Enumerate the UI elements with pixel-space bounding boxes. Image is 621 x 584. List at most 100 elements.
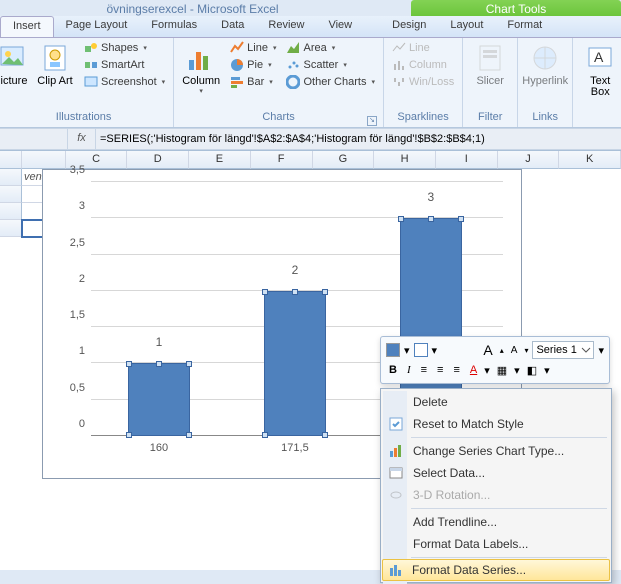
- charts-launcher[interactable]: ↘: [367, 116, 377, 126]
- tab-page-layout[interactable]: Page Layout: [54, 16, 140, 37]
- sparkline-column-button: Column: [390, 57, 456, 73]
- align-button[interactable]: ≡: [450, 364, 462, 376]
- ctx-delete[interactable]: Delete: [383, 391, 609, 413]
- scatter-chart-button[interactable]: Scatter▾: [284, 57, 376, 73]
- row-header[interactable]: [0, 203, 22, 220]
- chart-bar[interactable]: [264, 291, 326, 436]
- tab-format[interactable]: Format: [495, 16, 554, 37]
- col-header[interactable]: K: [559, 151, 621, 169]
- tab-insert[interactable]: Insert: [0, 16, 54, 37]
- sparkline-winloss-button: Win/Loss: [390, 74, 456, 90]
- pie-chart-icon: [230, 58, 244, 72]
- row-header[interactable]: [0, 220, 22, 237]
- font-color-button[interactable]: A: [467, 364, 480, 376]
- hyperlink-button: Hyperlink: [524, 40, 566, 111]
- formula-bar: fx: [0, 128, 621, 150]
- area-chart-button[interactable]: Area▾: [284, 40, 376, 56]
- group-filter: Filter: [469, 111, 511, 127]
- row-header[interactable]: [0, 169, 22, 186]
- app-title: övningserexcel - Microsoft Excel: [0, 0, 385, 16]
- outline-color-swatch[interactable]: [414, 343, 428, 357]
- ctx-change-chart-type[interactable]: Change Series Chart Type...: [383, 440, 609, 462]
- ctx-select-data[interactable]: Select Data...: [383, 462, 609, 484]
- slicer-icon: [474, 42, 506, 74]
- col-header[interactable]: E: [189, 151, 251, 169]
- sparkline-line-icon: [392, 41, 406, 55]
- picture-icon: [0, 42, 30, 74]
- contextual-tab-chart-tools: Chart Tools: [411, 0, 621, 16]
- smartart-button[interactable]: SmartArt: [82, 57, 167, 73]
- slicer-button: Slicer: [469, 40, 511, 111]
- smartart-icon: [84, 58, 98, 72]
- y-tick: 0: [79, 418, 85, 430]
- shrink-font-button[interactable]: A: [508, 345, 521, 356]
- screenshot-button[interactable]: Screenshot▾: [82, 74, 167, 90]
- select-data-icon: [388, 465, 404, 481]
- select-all[interactable]: [0, 151, 22, 169]
- tab-formulas[interactable]: Formulas: [139, 16, 209, 37]
- reset-icon: [388, 416, 404, 432]
- col-header[interactable]: J: [498, 151, 560, 169]
- svg-text:A: A: [594, 49, 604, 65]
- formula-input[interactable]: [96, 131, 621, 147]
- align-button[interactable]: ≡: [418, 364, 430, 376]
- col-header[interactable]: H: [374, 151, 436, 169]
- col-header[interactable]: G: [313, 151, 375, 169]
- tab-design[interactable]: Design: [380, 16, 438, 37]
- shapes-button[interactable]: Shapes▾: [82, 40, 167, 56]
- x-tick: 171,5: [281, 442, 309, 454]
- context-menu: Delete Reset to Match Style Change Serie…: [380, 388, 612, 583]
- ctx-format-data-labels[interactable]: Format Data Labels...: [383, 533, 609, 555]
- x-tick: 160: [150, 442, 168, 454]
- series-name-selector[interactable]: [532, 341, 594, 359]
- textbox-icon: A: [584, 42, 616, 74]
- format-series-icon: [388, 562, 404, 578]
- sparkline-winloss-icon: [392, 75, 406, 89]
- mini-toolbar[interactable]: ▾ ▾ A▴ A▾ ▾ B I ≡ ≡ ≡ A▾ ▦▾ ◧▾: [380, 336, 610, 384]
- tab-layout[interactable]: Layout: [438, 16, 495, 37]
- picture-button[interactable]: icture: [0, 40, 28, 111]
- ribbon: icture Clip Art Shapes▾ SmartArt Screens…: [0, 38, 621, 128]
- fx-button[interactable]: fx: [68, 129, 96, 149]
- group-illustrations: Illustrations: [0, 111, 167, 127]
- bar-chart-icon: [230, 75, 244, 89]
- italic-button[interactable]: I: [404, 364, 414, 376]
- name-box[interactable]: [0, 129, 68, 149]
- borders-button[interactable]: ▦: [494, 364, 510, 377]
- sparkline-line-button: Line: [390, 40, 456, 56]
- grow-font-button[interactable]: A: [480, 342, 495, 358]
- col-header[interactable]: [22, 151, 66, 169]
- ctx-3d-rotation: 3-D Rotation...: [383, 484, 609, 506]
- chart-type-icon: [388, 443, 404, 459]
- fill-color-swatch[interactable]: [386, 343, 400, 357]
- screenshot-icon: [84, 75, 98, 89]
- group-sparklines: Sparklines: [390, 111, 456, 127]
- line-chart-button[interactable]: Line▾: [228, 40, 278, 56]
- col-header[interactable]: F: [251, 151, 313, 169]
- rotation-icon: [388, 487, 404, 503]
- ribbon-tabs: Insert Page Layout Formulas Data Review …: [0, 16, 621, 38]
- col-header[interactable]: D: [127, 151, 189, 169]
- col-header[interactable]: I: [436, 151, 498, 169]
- ctx-format-data-series[interactable]: Format Data Series...: [382, 559, 610, 581]
- textbox-button[interactable]: A Text Box: [579, 40, 621, 111]
- ctx-reset-match-style[interactable]: Reset to Match Style: [383, 413, 609, 435]
- bar-chart-button[interactable]: Bar▾: [228, 74, 278, 90]
- chart-bar[interactable]: [128, 363, 190, 436]
- pie-chart-button[interactable]: Pie▾: [228, 57, 278, 73]
- style-button[interactable]: ◧: [524, 364, 540, 377]
- tab-view[interactable]: View: [316, 16, 364, 37]
- other-charts-button[interactable]: Other Charts▾: [284, 74, 376, 90]
- data-label: 1: [156, 335, 163, 349]
- align-button[interactable]: ≡: [434, 364, 446, 376]
- ctx-add-trendline[interactable]: Add Trendline...: [383, 511, 609, 533]
- row-header[interactable]: [0, 186, 22, 203]
- group-charts: Charts↘: [180, 111, 377, 127]
- scatter-chart-icon: [286, 58, 300, 72]
- tab-data[interactable]: Data: [209, 16, 256, 37]
- tab-review[interactable]: Review: [256, 16, 316, 37]
- column-chart-icon: [185, 42, 217, 74]
- clipart-button[interactable]: Clip Art: [34, 40, 76, 111]
- bold-button[interactable]: B: [386, 364, 400, 376]
- column-chart-button[interactable]: Column▾: [180, 40, 222, 111]
